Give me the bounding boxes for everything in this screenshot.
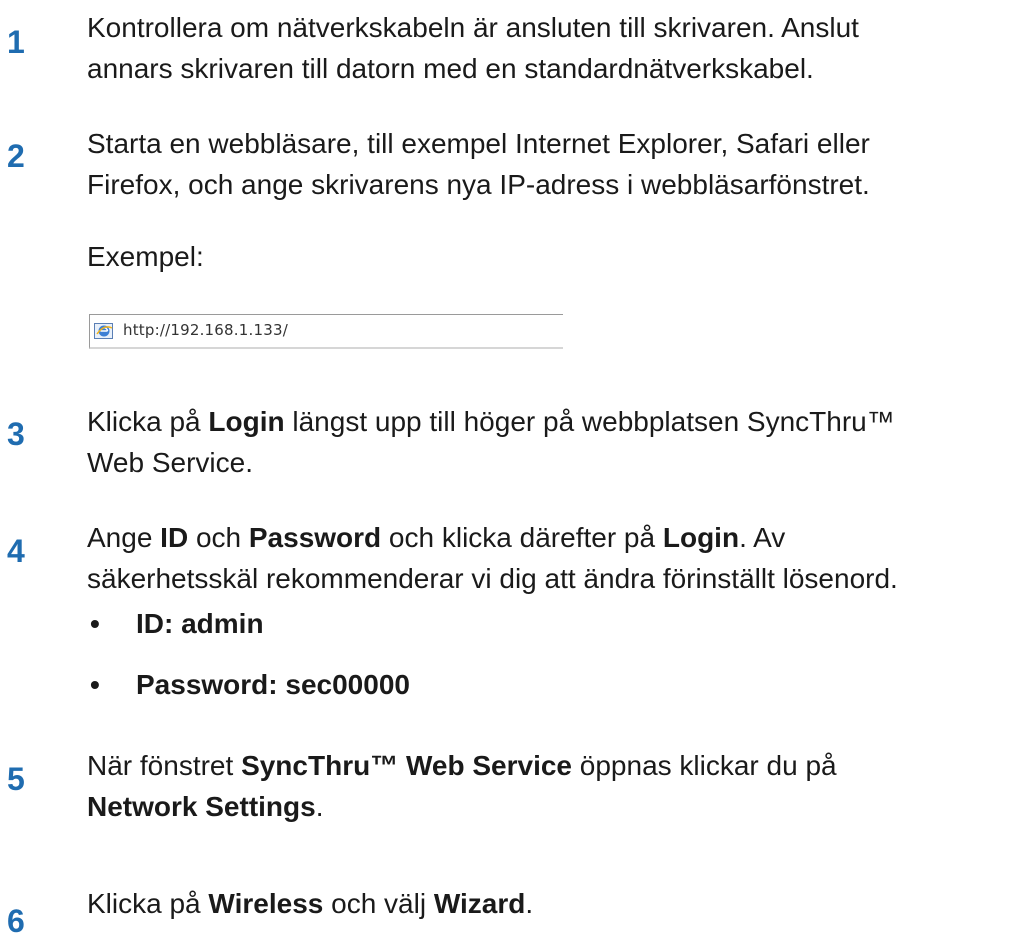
bullet: •: [90, 608, 100, 639]
step-line: Web Service.: [87, 447, 253, 478]
credential-item: • Password: sec00000: [90, 664, 410, 705]
syncthru-label: SyncThru™ Web Service: [241, 750, 572, 781]
step-line: Klicka på Login längst upp till höger på…: [87, 401, 1007, 442]
step-text: Kontrollera om nätverkskabeln är anslute…: [87, 7, 1007, 89]
step-line: Network Settings.: [87, 786, 1007, 827]
text-fragment: öppnas klickar du på: [572, 750, 837, 781]
step-text: Klicka på Wireless och välj Wizard.: [87, 883, 1007, 924]
step-line: Kontrollera om nätverkskabeln är anslute…: [87, 12, 859, 43]
step-number: 1: [7, 24, 25, 60]
step-line: Firefox, och ange skrivarens nya IP-adre…: [87, 169, 870, 200]
step-line: Klicka på Wireless och välj Wizard.: [87, 883, 1007, 924]
address-url: http://192.168.1.133/: [123, 321, 288, 339]
text-fragment: och klicka därefter på: [381, 522, 663, 553]
text-fragment: . Av: [739, 522, 786, 553]
bullet: •: [90, 669, 100, 700]
wizard-label: Wizard: [433, 888, 526, 919]
step-line: Ange ID och Password och klicka därefter…: [87, 517, 1007, 558]
step-line: Starta en webbläsare, till exempel Inter…: [87, 128, 870, 159]
text-fragment: och välj: [323, 888, 434, 919]
text-fragment: längst upp till höger på webbplatsen Syn…: [284, 406, 895, 437]
example-label: Exempel:: [87, 241, 204, 272]
step-number: 6: [7, 903, 25, 939]
step-text: När fönstret SyncThru™ Web Service öppna…: [87, 745, 1007, 827]
text-fragment: Klicka på: [87, 406, 209, 437]
credential-text: Password: sec00000: [136, 669, 410, 700]
wireless-label: Wireless: [208, 888, 324, 919]
step-text: Klicka på Login längst upp till höger på…: [87, 401, 1007, 483]
text-fragment: Klicka på: [87, 888, 209, 919]
step-number: 2: [7, 138, 25, 174]
password-label: Password: [248, 522, 382, 553]
step-line: säkerhetsskäl rekommenderar vi dig att ä…: [87, 563, 898, 594]
step-number: 4: [7, 533, 25, 569]
step-text: Ange ID och Password och klicka därefter…: [87, 517, 1007, 599]
login-label: Login: [208, 406, 285, 437]
text-fragment: När fönstret: [87, 750, 242, 781]
text-fragment: och: [188, 522, 249, 553]
browser-address-bar: http://192.168.1.133/: [89, 314, 563, 349]
network-settings-label: Network Settings: [87, 791, 316, 822]
step-line: När fönstret SyncThru™ Web Service öppna…: [87, 745, 1007, 786]
credential-text: ID: admin: [136, 608, 264, 639]
credential-item: • ID: admin: [90, 603, 264, 644]
text-fragment: .: [525, 888, 534, 919]
text-fragment: .: [315, 791, 324, 822]
login-label: Login: [662, 522, 740, 553]
step-number: 5: [7, 761, 25, 797]
step-line: annars skrivaren till datorn med en stan…: [87, 53, 814, 84]
id-label: ID: [160, 522, 189, 553]
text-fragment: Ange: [87, 522, 161, 553]
ie-browser-icon: [94, 323, 113, 339]
step-text: Starta en webbläsare, till exempel Inter…: [87, 123, 1007, 205]
step-number: 3: [7, 416, 25, 452]
